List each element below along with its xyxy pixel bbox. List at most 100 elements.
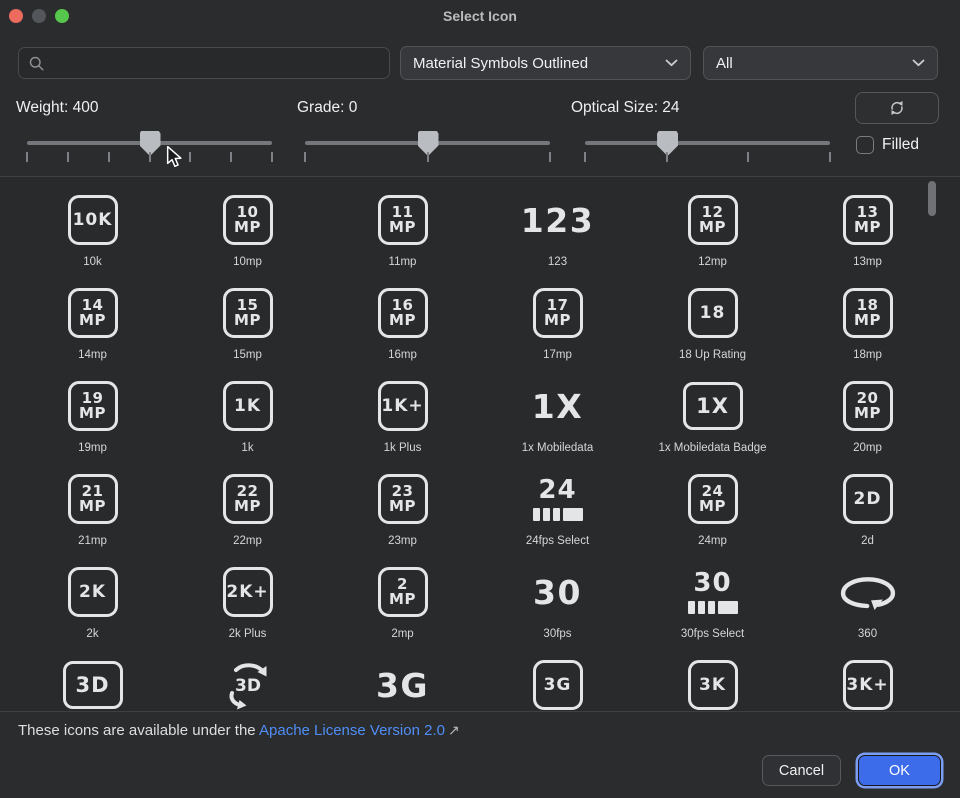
icon-grid-item[interactable]: 17MP17mp bbox=[480, 284, 635, 377]
material-symbol-icon: 3G bbox=[533, 660, 583, 710]
icon-grid-item[interactable]: 22MP 22mp bbox=[170, 470, 325, 563]
material-symbol-icon: 123 bbox=[521, 204, 594, 237]
icon-grid: 10K10k10MP10mp11MP11mp12312312MP12mp13MP… bbox=[0, 177, 960, 712]
icon-label: 22mp bbox=[170, 535, 325, 547]
icon-grid-item[interactable]: 1X1x Mobiledata Badge bbox=[635, 377, 790, 470]
material-symbol-icon: 10MP bbox=[223, 195, 273, 245]
icon-grid-viewport[interactable]: 10K10k10MP10mp11MP11mp12312312MP12mp13MP… bbox=[0, 176, 960, 712]
icon-label: 19mp bbox=[15, 442, 170, 454]
icon-label: 13mp bbox=[790, 256, 945, 268]
icon-grid-item[interactable]: 2K2k bbox=[15, 563, 170, 656]
icon-grid-item[interactable]: 3K+ bbox=[790, 656, 945, 712]
icon-grid-item[interactable]: 1X1x Mobiledata bbox=[480, 377, 635, 470]
icon-label: 11mp bbox=[325, 256, 480, 268]
font-family-select[interactable]: Material Symbols Outlined bbox=[400, 46, 691, 80]
icon-grid-item[interactable]: 3G bbox=[325, 656, 480, 712]
search-input[interactable] bbox=[52, 55, 380, 72]
icon-grid-item[interactable]: 3030fps bbox=[480, 563, 635, 656]
material-symbol-icon: 18 bbox=[688, 288, 738, 338]
cancel-button[interactable]: Cancel bbox=[762, 755, 841, 786]
titlebar: Select Icon bbox=[0, 0, 960, 34]
material-symbol-icon: 22MP bbox=[223, 474, 273, 524]
optical-size-slider[interactable] bbox=[585, 131, 830, 165]
weight-slider[interactable] bbox=[27, 131, 272, 165]
icon-grid-item[interactable]: 1K1k bbox=[170, 377, 325, 470]
material-symbol-icon: 2MP bbox=[378, 567, 428, 617]
icon-grid-item[interactable]: 123 123 bbox=[480, 191, 635, 284]
icon-label: 2k Plus bbox=[170, 628, 325, 640]
material-symbol-icon: 24MP bbox=[688, 474, 738, 524]
icon-grid-item[interactable]: 2MP 2mp bbox=[325, 563, 480, 656]
weight-slider-label: Weight: 400 bbox=[16, 99, 98, 117]
icon-label: 20mp bbox=[790, 442, 945, 454]
slider-track[interactable] bbox=[585, 141, 830, 145]
icon-grid-item[interactable]: 3030fps Select bbox=[635, 563, 790, 656]
icon-grid-item[interactable]: 10K 10k bbox=[15, 191, 170, 284]
icon-grid-item[interactable]: 2424fps Select bbox=[480, 470, 635, 563]
icon-label: 2mp bbox=[325, 628, 480, 640]
material-symbol-icon: 14MP bbox=[68, 288, 118, 338]
icon-label: 1x Mobiledata bbox=[480, 442, 635, 454]
category-select[interactable]: All bbox=[703, 46, 938, 80]
apache-license-link[interactable]: Apache License Version 2.0 bbox=[259, 722, 445, 739]
icon-label: 23mp bbox=[325, 535, 480, 547]
icon-grid-item[interactable]: 2K+ 2k Plus bbox=[170, 563, 325, 656]
material-symbol-icon: 1K+ bbox=[378, 381, 428, 431]
refresh-button[interactable] bbox=[855, 92, 939, 124]
material-symbol-icon: 17MP bbox=[533, 288, 583, 338]
filled-checkbox[interactable] bbox=[856, 136, 874, 154]
icon-grid-item[interactable]: 16MP 16mp bbox=[325, 284, 480, 377]
material-symbol-icon: 13MP bbox=[843, 195, 893, 245]
external-link-icon: ↗ bbox=[448, 722, 460, 738]
icon-grid-item[interactable]: 2D 2d bbox=[790, 470, 945, 563]
material-symbol-icon: 2D bbox=[843, 474, 893, 524]
icon-grid-item[interactable]: 3K bbox=[635, 656, 790, 712]
icon-grid-item[interactable]: 3D bbox=[15, 656, 170, 712]
search-icon bbox=[28, 55, 45, 72]
icon-grid-item[interactable]: 21MP 21mp bbox=[15, 470, 170, 563]
filled-checkbox-row[interactable]: Filled bbox=[856, 136, 919, 154]
slider-ticks bbox=[585, 152, 830, 164]
optical-size-slider-label: Optical Size: 24 bbox=[571, 99, 680, 117]
material-symbol-icon: 2K bbox=[68, 567, 118, 617]
3d-rotation-icon: 3D bbox=[222, 659, 274, 711]
slider-ticks bbox=[27, 152, 272, 164]
icon-label: 18mp bbox=[790, 349, 945, 361]
icon-grid-item[interactable]: 10MP10mp bbox=[170, 191, 325, 284]
icon-label: 1x Mobiledata Badge bbox=[635, 442, 790, 454]
icon-grid-item[interactable]: 3G bbox=[480, 656, 635, 712]
icon-grid-item[interactable]: 24MP24mp bbox=[635, 470, 790, 563]
icon-grid-item[interactable]: 12MP12mp bbox=[635, 191, 790, 284]
scrollbar-thumb[interactable] bbox=[928, 181, 936, 216]
material-symbol-icon: 11MP bbox=[378, 195, 428, 245]
icon-grid-item[interactable]: 1818 Up Rating bbox=[635, 284, 790, 377]
material-symbol-icon: 3K bbox=[688, 660, 738, 710]
material-symbol-icon: 16MP bbox=[378, 288, 428, 338]
icon-grid-item[interactable]: 15MP15mp bbox=[170, 284, 325, 377]
material-symbol-icon: 10K bbox=[68, 195, 118, 245]
icon-grid-item[interactable]: 23MP23mp bbox=[325, 470, 480, 563]
icon-grid-item[interactable]: 3D bbox=[170, 656, 325, 712]
icon-grid-item[interactable]: 11MP 11mp bbox=[325, 191, 480, 284]
icon-grid-item[interactable]: 13MP 13mp bbox=[790, 191, 945, 284]
material-symbol-icon: 2K+ bbox=[223, 567, 273, 617]
icon-label: 2d bbox=[790, 535, 945, 547]
icon-label: 123 bbox=[480, 256, 635, 268]
icon-grid-item[interactable]: 18MP18mp bbox=[790, 284, 945, 377]
icon-label: 10k bbox=[15, 256, 170, 268]
material-symbol-icon: 21MP bbox=[68, 474, 118, 524]
icon-label: 16mp bbox=[325, 349, 480, 361]
category-value: All bbox=[716, 55, 912, 72]
icon-grid-item[interactable]: 360 bbox=[790, 563, 945, 656]
icon-grid-item[interactable]: 19MP19mp bbox=[15, 377, 170, 470]
ok-button[interactable]: OK bbox=[858, 755, 941, 786]
icon-grid-item[interactable]: 20MP20mp bbox=[790, 377, 945, 470]
window-title: Select Icon bbox=[0, 8, 960, 24]
material-symbol-icon: 30 bbox=[533, 576, 582, 609]
search-field[interactable] bbox=[18, 47, 390, 79]
grade-slider[interactable] bbox=[305, 131, 550, 165]
material-symbol-icon: 15MP bbox=[223, 288, 273, 338]
icon-grid-item[interactable]: 1K+1k Plus bbox=[325, 377, 480, 470]
icon-label: 21mp bbox=[15, 535, 170, 547]
icon-grid-item[interactable]: 14MP14mp bbox=[15, 284, 170, 377]
